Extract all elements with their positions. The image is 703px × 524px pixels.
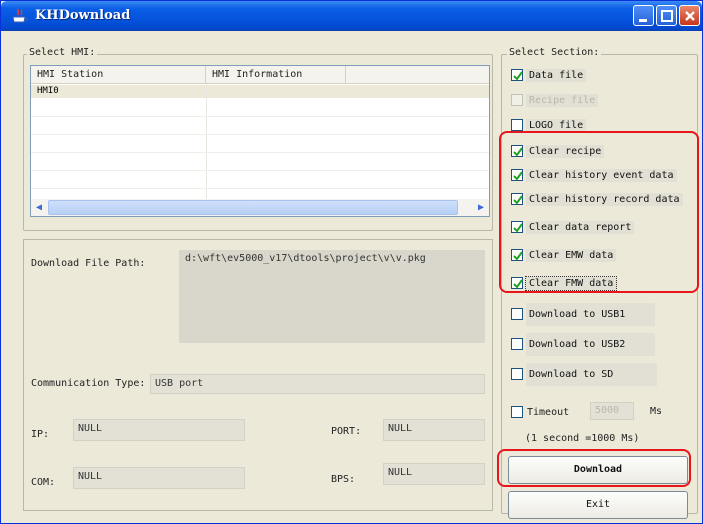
download-path-label: Download File Path: <box>31 258 146 269</box>
communication-type-field[interactable]: USB port <box>150 374 485 394</box>
exit-button[interactable]: Exit <box>508 491 688 519</box>
port-label: PORT: <box>331 426 362 437</box>
checkbox-label: Download to SD <box>526 362 658 386</box>
scroll-right-icon[interactable]: ▶ <box>473 200 489 215</box>
checkbox-checked[interactable] <box>511 69 523 81</box>
checkbox-download-to-usb2[interactable]: Download to USB2 <box>511 331 656 357</box>
download-button-highlight <box>497 449 691 487</box>
grid-line <box>31 170 489 171</box>
port-value: NULL <box>388 423 413 434</box>
select-section-label: Select Section: <box>507 47 602 58</box>
communication-type-label: Communication Type: <box>31 378 146 389</box>
checkbox-unchecked[interactable] <box>511 94 523 106</box>
hmi-station-cell: HMI0 <box>37 86 59 96</box>
com-field[interactable]: NULL <box>73 467 245 489</box>
timeout-value: 5000 <box>595 405 620 416</box>
checkbox-label: Data file <box>526 68 587 82</box>
column-hmi-information[interactable]: HMI Information <box>206 66 346 84</box>
select-hmi-label: Select HMI: <box>27 47 98 58</box>
khdownload-window: KHDownload Select HMI: HMI Station HMI I… <box>0 0 703 524</box>
checkbox-unchecked[interactable] <box>511 368 523 380</box>
timeout-note: (1 second =1000 Ms) <box>525 433 640 444</box>
close-button[interactable] <box>679 5 700 26</box>
minimize-icon <box>639 19 647 22</box>
com-value: NULL <box>78 471 103 482</box>
checkbox-timeout[interactable]: Timeout <box>511 403 569 421</box>
ip-value: NULL <box>78 423 103 434</box>
checkbox-data-file[interactable]: Data file <box>511 66 587 84</box>
bps-field[interactable]: NULL <box>383 463 485 485</box>
bps-value: NULL <box>388 467 413 478</box>
communication-type-value: USB port <box>155 378 204 389</box>
bps-label: BPS: <box>331 474 356 485</box>
checkbox-unchecked[interactable] <box>511 406 523 418</box>
java-app-icon <box>12 8 28 23</box>
checkbox-unchecked[interactable] <box>511 338 523 350</box>
checkbox-download-to-sd[interactable]: Download to SD <box>511 361 658 387</box>
minimize-button[interactable] <box>633 5 654 26</box>
table-row[interactable]: HMI0 <box>31 85 489 98</box>
close-icon <box>685 11 695 21</box>
download-path-field[interactable]: d:\wft\ev5000_v17\dtools\project\v\v.pkg <box>179 250 485 343</box>
horizontal-scrollbar[interactable]: ◀ ▶ <box>31 199 489 216</box>
grid-line <box>31 116 489 117</box>
grid-line <box>31 152 489 153</box>
scroll-left-icon[interactable]: ◀ <box>31 200 47 215</box>
column-hmi-station[interactable]: HMI Station <box>31 66 206 84</box>
checkbox-unchecked[interactable] <box>511 308 523 320</box>
ip-label: IP: <box>31 429 50 440</box>
timeout-input[interactable]: 5000 <box>590 402 634 420</box>
checkmark-icon <box>513 71 523 81</box>
grid-line <box>31 134 489 135</box>
checkbox-label: Recipe file <box>526 93 599 107</box>
clear-options-highlight <box>499 131 699 293</box>
timeout-label: Timeout <box>527 406 570 418</box>
checkbox-download-to-usb1[interactable]: Download to USB1 <box>511 301 656 327</box>
port-field[interactable]: NULL <box>383 419 485 441</box>
checkbox-unchecked[interactable] <box>511 119 523 131</box>
grid-line <box>31 188 489 189</box>
list-header: HMI Station HMI Information <box>31 66 489 84</box>
timeout-unit: Ms <box>650 406 663 417</box>
ip-field[interactable]: NULL <box>73 419 245 441</box>
scrollbar-thumb[interactable] <box>48 200 458 215</box>
window-title: KHDownload <box>35 8 131 23</box>
checkbox-label: Download to USB1 <box>526 302 656 326</box>
checkbox-label: LOGO file <box>526 118 587 132</box>
maximize-button[interactable] <box>656 5 677 26</box>
checkbox-label: Download to USB2 <box>526 332 656 356</box>
grid-line <box>206 84 207 204</box>
com-label: COM: <box>31 477 56 488</box>
checkbox-recipe-file[interactable]: Recipe file <box>511 91 599 109</box>
title-bar[interactable]: KHDownload <box>1 1 702 31</box>
hmi-list[interactable]: HMI Station HMI Information HMI0 ◀ ▶ <box>30 65 490 217</box>
download-path-value: d:\wft\ev5000_v17\dtools\project\v\v.pkg <box>185 253 426 264</box>
maximize-icon <box>661 10 673 22</box>
